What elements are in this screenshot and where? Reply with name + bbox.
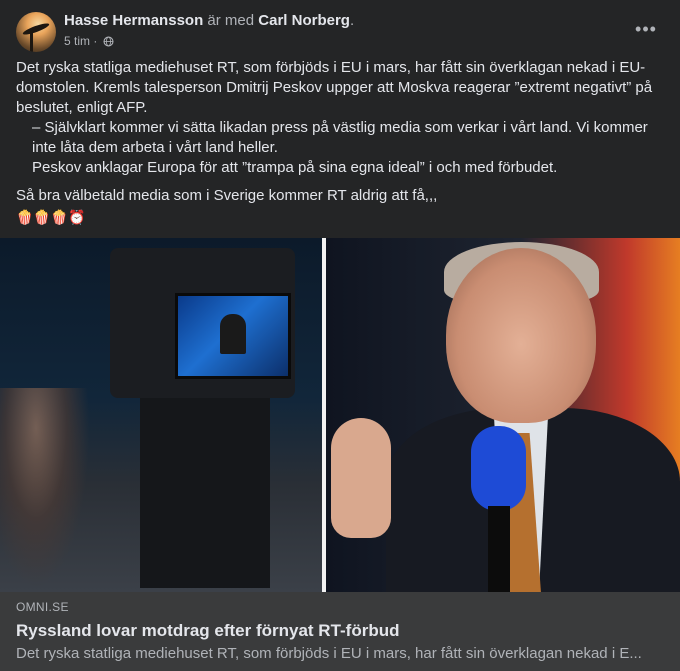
- meta-separator: ·: [90, 34, 101, 48]
- post-emojis: 🍿🍿🍿⏰: [16, 209, 86, 225]
- author-line: Hasse Hermansson är med Carl Norberg.: [64, 12, 354, 30]
- link-preview-image[interactable]: [0, 238, 680, 592]
- link-title[interactable]: Ryssland lovar motdrag efter förnyat RT-…: [16, 620, 400, 642]
- link-description: Det ryska statliga mediehuset RT, som fö…: [16, 645, 642, 662]
- image-camera-stand: [140, 398, 270, 588]
- image-microphone: [471, 426, 526, 511]
- post-text: Det ryska statliga mediehuset RT, som fö…: [16, 58, 658, 206]
- post-header: Hasse Hermansson är med Carl Norberg. 5 …: [16, 12, 664, 52]
- with-connector: är med: [203, 12, 259, 29]
- post-paragraph-2: – Självklart kommer vi sätta likadan pre…: [32, 119, 648, 156]
- image-face: [446, 248, 596, 423]
- post-timestamp[interactable]: 5 tim: [64, 34, 90, 48]
- globe-icon[interactable]: [103, 36, 114, 47]
- author-line-period: .: [349, 12, 355, 29]
- image-camera-panel: [0, 238, 322, 592]
- facebook-post: Hasse Hermansson är med Carl Norberg. 5 …: [0, 0, 680, 671]
- author-name[interactable]: Hasse Hermansson: [64, 12, 203, 29]
- avatar-palm-trunk: [30, 30, 33, 52]
- avatar-palm-leaves: [21, 21, 51, 37]
- link-domain: OMNI.SE: [16, 600, 69, 614]
- image-tv-camera: [110, 248, 295, 398]
- image-microphone-handle: [488, 506, 510, 592]
- image-raised-hand: [331, 418, 391, 538]
- image-speaker-panel: [326, 238, 680, 592]
- link-preview-card[interactable]: OMNI.SE Ryssland lovar motdrag efter för…: [0, 592, 680, 671]
- author-avatar[interactable]: [16, 12, 56, 52]
- image-background-person: [0, 388, 90, 588]
- image-monitor-figure: [220, 314, 246, 354]
- post-paragraph-4: Så bra välbetald media som i Sverige kom…: [16, 187, 438, 204]
- post-paragraph-3: Peskov anklagar Europa för att ”trampa p…: [32, 159, 558, 176]
- post-meta: 5 tim ·: [64, 33, 114, 49]
- more-options-icon[interactable]: •••: [632, 18, 660, 46]
- post-paragraph-1: Det ryska statliga mediehuset RT, som fö…: [16, 59, 653, 116]
- tagged-person[interactable]: Carl Norberg: [258, 12, 350, 29]
- image-camera-monitor: [175, 293, 291, 379]
